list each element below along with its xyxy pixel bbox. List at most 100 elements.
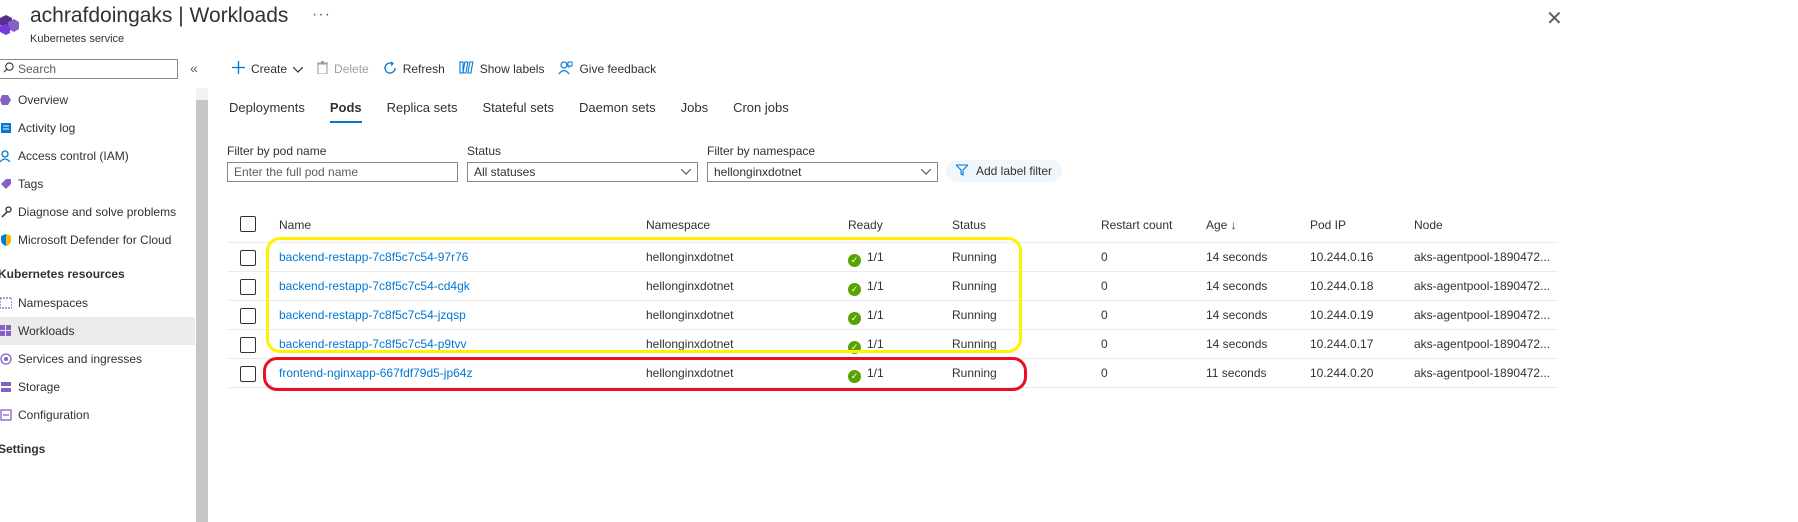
sidebar-search-input[interactable]: Search <box>0 59 178 79</box>
give-feedback-label: Give feedback <box>579 62 657 76</box>
page-title: achrafdoingaks | Workloads <box>30 4 289 27</box>
filter-icon <box>954 163 970 179</box>
backend-pods-highlight <box>266 237 1022 353</box>
tab-stateful-sets[interactable]: Stateful sets <box>482 100 554 123</box>
collapse-sidebar-icon[interactable]: « <box>190 60 198 76</box>
sidebar-item-label: Access control (IAM) <box>18 149 129 163</box>
column-header-pod-ip[interactable]: Pod IP <box>1310 218 1346 232</box>
tab-deployments[interactable]: Deployments <box>229 100 305 123</box>
pod-ip: 10.244.0.19 <box>1310 308 1374 322</box>
pod-name-filter-label: Filter by pod name <box>227 144 327 158</box>
sidebar-item-overview[interactable]: Overview <box>0 86 195 114</box>
pod-node: aks-agentpool-1890472... <box>1414 337 1551 351</box>
shield-icon <box>0 233 16 247</box>
sidebar-item-label: Storage <box>18 380 61 394</box>
more-options-icon[interactable]: ··· <box>312 6 331 24</box>
give-feedback-button[interactable]: Give feedback <box>558 60 657 78</box>
pod-ip: 10.244.0.18 <box>1310 279 1374 293</box>
sidebar-item-label: Microsoft Defender for Cloud <box>18 233 172 247</box>
add-label-filter-label: Add label filter <box>976 164 1053 178</box>
delete-button[interactable]: Delete <box>317 61 369 77</box>
refresh-button[interactable]: Refresh <box>383 61 445 78</box>
select-all-checkbox[interactable] <box>240 216 256 232</box>
pod-ip: 10.244.0.16 <box>1310 250 1374 264</box>
sidebar-scrollbar-thumb[interactable] <box>196 100 208 522</box>
sidebar-item-configuration[interactable]: Configuration <box>0 401 195 429</box>
column-header-name[interactable]: Name <box>279 218 311 232</box>
sidebar-item-label: Activity log <box>18 121 76 135</box>
status-filter-dropdown[interactable]: All statuses <box>467 162 698 182</box>
status-filter-label: Status <box>467 144 502 158</box>
pod-age: 11 seconds <box>1206 366 1267 380</box>
pod-age: 14 seconds <box>1206 279 1268 293</box>
column-header-node[interactable]: Node <box>1414 218 1443 232</box>
pod-name-filter-input[interactable]: Enter the full pod name <box>227 162 458 182</box>
sidebar-item-activity-log[interactable]: Activity log <box>0 114 195 142</box>
sidebar-item-label: Services and ingresses <box>18 352 143 366</box>
sidebar-section-kubernetes-resources: Kubernetes resources <box>0 267 125 281</box>
activity-log-icon <box>0 121 16 135</box>
close-icon[interactable]: ✕ <box>1546 6 1563 31</box>
refresh-icon <box>383 61 397 78</box>
tab-pods[interactable]: Pods <box>329 100 362 123</box>
column-header-status[interactable]: Status <box>952 218 986 232</box>
row-checkbox[interactable] <box>240 308 256 324</box>
labels-icon <box>459 61 474 77</box>
column-header-ready[interactable]: Ready <box>848 218 883 232</box>
pod-node: aks-agentpool-1890472... <box>1414 308 1551 322</box>
pod-ip: 10.244.0.20 <box>1310 366 1374 380</box>
show-labels-label: Show labels <box>479 62 545 76</box>
sidebar-item-label: Tags <box>18 177 44 191</box>
pod-age: 14 seconds <box>1206 250 1268 264</box>
pod-node: aks-agentpool-1890472... <box>1414 366 1551 380</box>
wrench-icon <box>0 205 16 219</box>
tab-daemon-sets[interactable]: Daemon sets <box>579 100 656 123</box>
row-checkbox[interactable] <box>240 366 256 382</box>
command-bar: Create Delete Refresh Show labels Give f… <box>232 58 670 80</box>
storage-icon <box>0 380 16 394</box>
pod-restart-count: 0 <box>1101 308 1108 322</box>
sidebar-item-namespaces[interactable]: Namespaces <box>0 289 195 317</box>
sidebar-item-services[interactable]: Services and ingresses <box>0 345 195 373</box>
page-subtitle: Kubernetes service <box>30 33 125 45</box>
create-button[interactable]: Create <box>232 61 304 77</box>
pod-restart-count: 0 <box>1101 366 1108 380</box>
pod-node: aks-agentpool-1890472... <box>1414 250 1551 264</box>
namespace-filter-dropdown[interactable]: hellonginxdotnet <box>707 162 938 182</box>
pod-age: 14 seconds <box>1206 308 1268 322</box>
delete-label: Delete <box>334 62 369 76</box>
sidebar-item-tags[interactable]: Tags <box>0 170 195 198</box>
iam-icon <box>0 149 16 163</box>
workloads-icon <box>0 324 16 338</box>
add-label-filter-button[interactable]: Add label filter <box>946 160 1063 182</box>
refresh-label: Refresh <box>402 62 445 76</box>
plus-icon <box>232 61 245 77</box>
pod-name-placeholder: Enter the full pod name <box>234 165 359 179</box>
app-logo-icon <box>0 12 20 36</box>
sidebar-item-defender[interactable]: Microsoft Defender for Cloud <box>0 226 195 254</box>
create-label: Create <box>251 62 288 76</box>
tab-jobs[interactable]: Jobs <box>681 100 708 123</box>
row-checkbox[interactable] <box>240 337 256 353</box>
column-header-restart-count[interactable]: Restart count <box>1101 218 1172 232</box>
pod-restart-count: 0 <box>1101 337 1108 351</box>
sidebar-item-label: Configuration <box>18 408 90 422</box>
frontend-pod-highlight <box>263 357 1027 391</box>
tab-replica-sets[interactable]: Replica sets <box>387 100 458 123</box>
feedback-icon <box>558 60 573 78</box>
row-checkbox[interactable] <box>240 250 256 266</box>
sidebar-item-storage[interactable]: Storage <box>0 373 195 401</box>
pod-ip: 10.244.0.17 <box>1310 337 1374 351</box>
column-header-age[interactable]: Age ↓ <box>1206 218 1237 232</box>
pod-age: 14 seconds <box>1206 337 1268 351</box>
sidebar-item-access-control[interactable]: Access control (IAM) <box>0 142 195 170</box>
row-checkbox[interactable] <box>240 279 256 295</box>
column-header-namespace[interactable]: Namespace <box>646 218 710 232</box>
chevron-down-icon <box>920 166 932 178</box>
overview-icon <box>0 93 16 107</box>
sidebar-item-diagnose[interactable]: Diagnose and solve problems <box>0 198 195 226</box>
show-labels-button[interactable]: Show labels <box>459 61 545 77</box>
tab-cron-jobs[interactable]: Cron jobs <box>733 100 789 123</box>
sidebar-item-workloads[interactable]: Workloads <box>0 317 195 345</box>
sidebar-item-label: Namespaces <box>18 296 89 310</box>
